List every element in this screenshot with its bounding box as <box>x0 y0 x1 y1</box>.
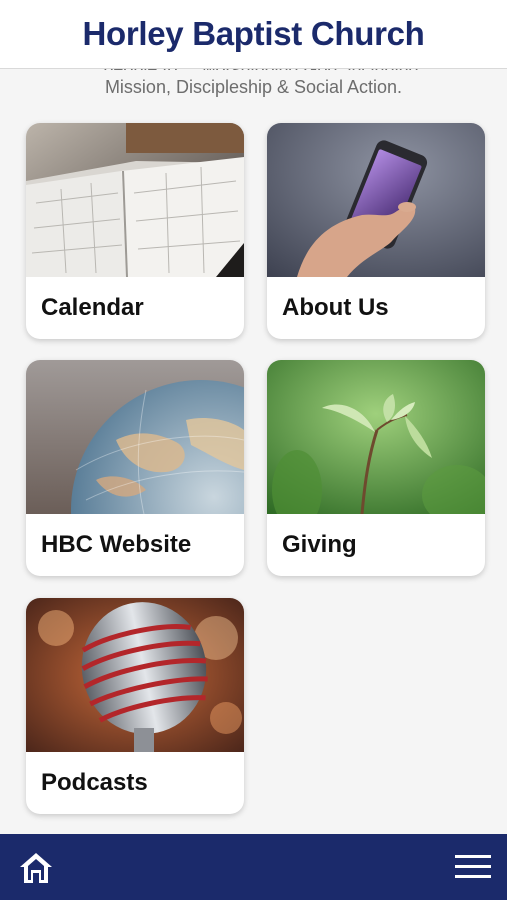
about-us-image <box>267 123 485 277</box>
tile-label: HBC Website <box>41 531 192 558</box>
seedling-image <box>267 360 485 514</box>
bottom-nav-bar <box>0 834 507 900</box>
app-header: Horley Baptist Church <box>0 0 507 69</box>
tile-calendar[interactable]: Calendar <box>26 123 244 339</box>
tile-label: About Us <box>282 294 389 321</box>
tile-giving[interactable]: Giving <box>267 360 485 576</box>
page-title: Horley Baptist Church <box>82 15 425 52</box>
tile-label: Podcasts <box>41 769 148 796</box>
globe-image <box>26 360 244 514</box>
calendar-image <box>26 123 244 277</box>
tile-about-us[interactable]: About Us <box>267 123 485 339</box>
tile-hbc-website[interactable]: HBC Website <box>26 360 244 576</box>
tile-label: Calendar <box>41 294 144 321</box>
microphone-image <box>26 598 244 752</box>
home-icon[interactable] <box>18 850 54 886</box>
tile-podcasts[interactable]: Podcasts <box>26 598 244 814</box>
intro-line: Mission, Discipleship & Social Action. <box>104 77 403 97</box>
hamburger-menu-icon[interactable] <box>455 854 491 880</box>
tile-label: Giving <box>282 531 357 558</box>
